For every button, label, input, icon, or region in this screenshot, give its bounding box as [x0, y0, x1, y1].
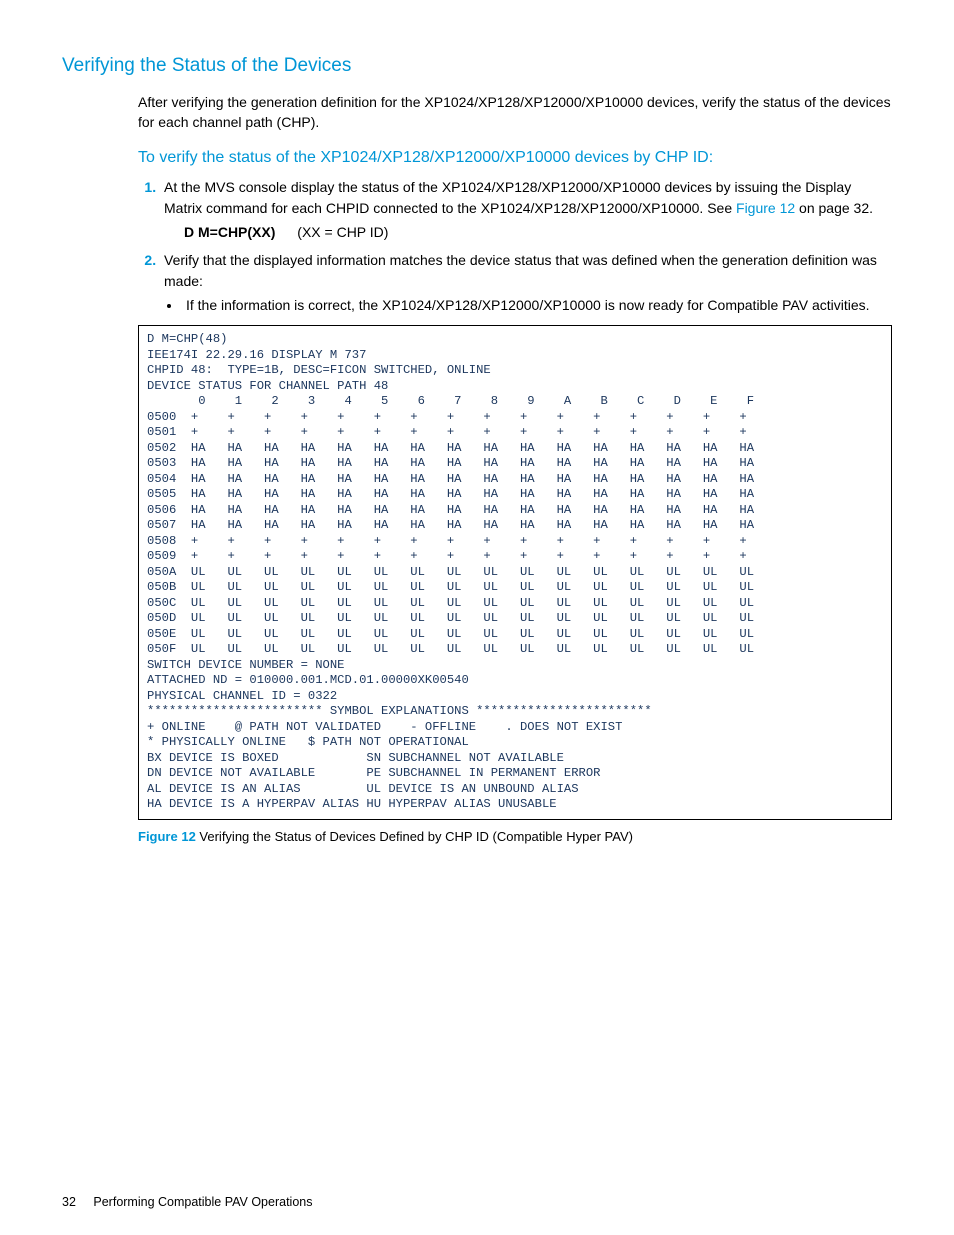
figure-12-link[interactable]: Figure 12	[736, 200, 795, 216]
step-2-text: Verify that the displayed information ma…	[164, 252, 877, 288]
page-footer: 32 Performing Compatible PAV Operations	[62, 1193, 312, 1211]
step-2: Verify that the displayed information ma…	[160, 250, 892, 315]
terminal-output: D M=CHP(48) IEE174I 22.29.16 DISPLAY M 7…	[138, 325, 892, 820]
step-1-command-note: (XX = CHP ID)	[297, 224, 388, 240]
figure-caption-text: Verifying the Status of Devices Defined …	[199, 829, 633, 844]
figure-caption: Figure 12 Verifying the Status of Device…	[138, 828, 892, 847]
section-heading: Verifying the Status of the Devices	[62, 52, 892, 80]
procedure-subheading: To verify the status of the XP1024/XP128…	[138, 146, 892, 169]
figure-label: Figure 12	[138, 829, 196, 844]
page-number: 32	[62, 1195, 76, 1209]
step-2-bullet: If the information is correct, the XP102…	[182, 295, 892, 315]
step-1-command: D M=CHP(XX)	[184, 224, 275, 240]
step-1-text-b: on page 32.	[795, 200, 873, 216]
step-1: At the MVS console display the status of…	[160, 177, 892, 242]
footer-section-title: Performing Compatible PAV Operations	[93, 1195, 312, 1209]
intro-paragraph: After verifying the generation definitio…	[138, 92, 892, 133]
